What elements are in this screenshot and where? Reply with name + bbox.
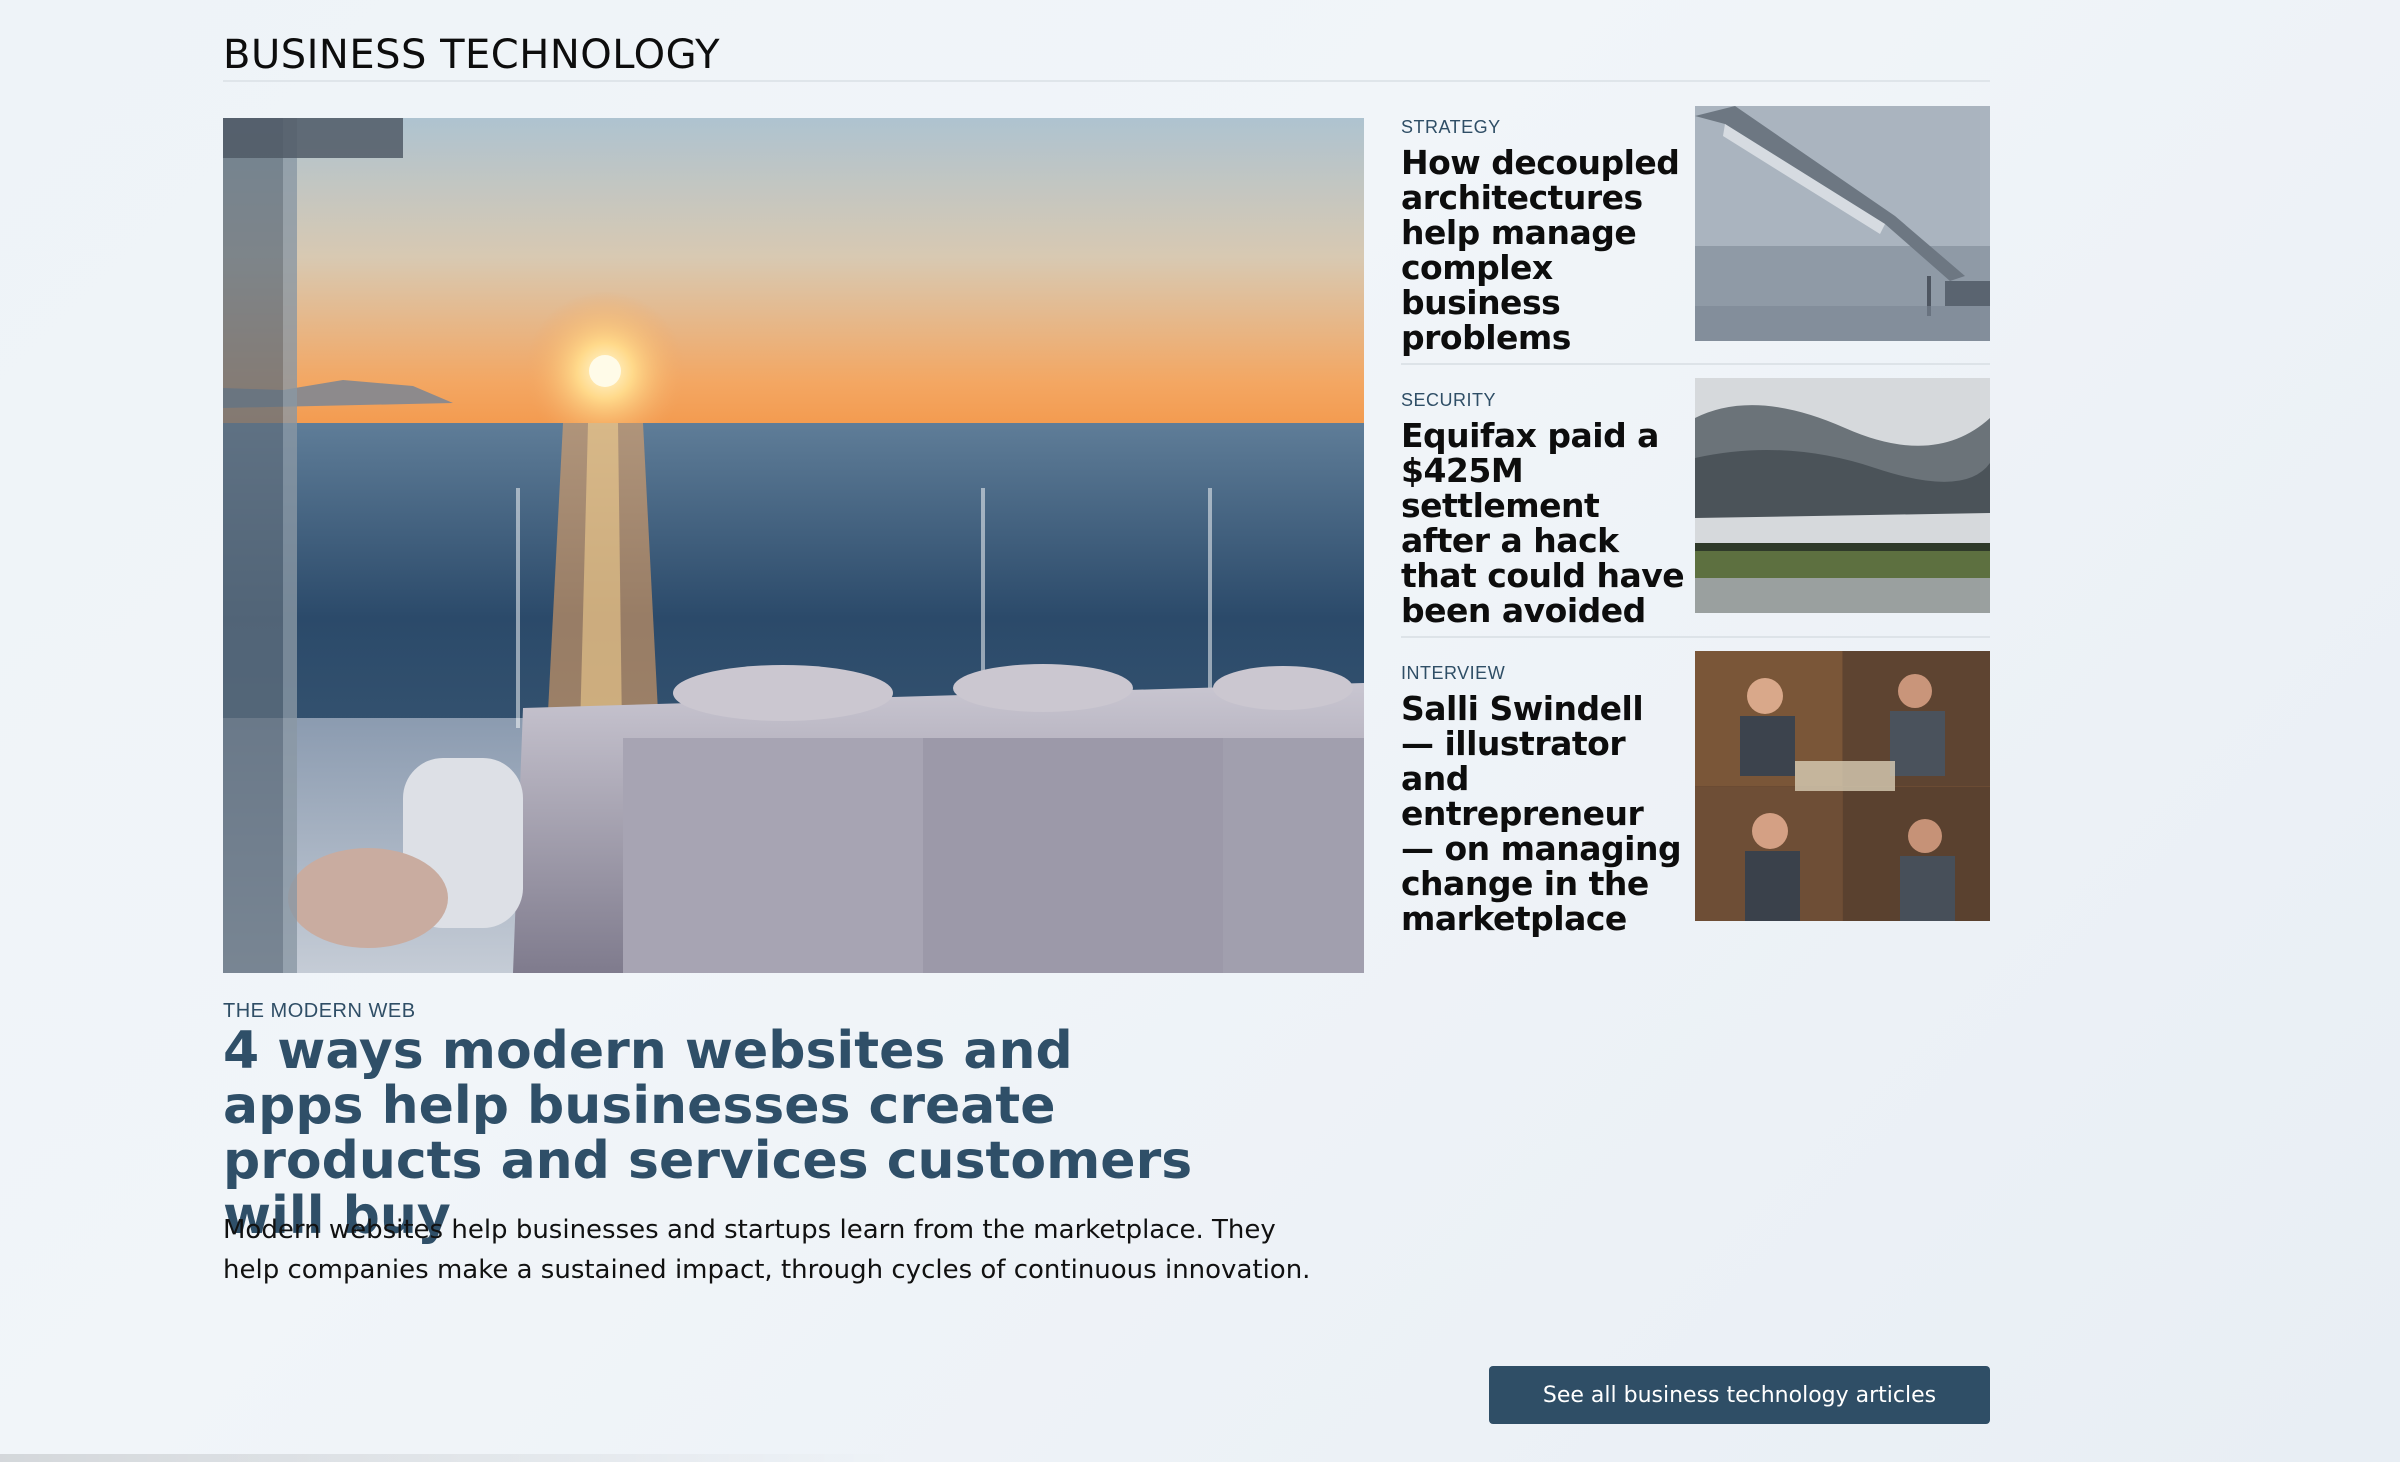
side-article-interview[interactable]: INTERVIEW Salli Swindell — illustrator a… (1401, 651, 1990, 936)
photo-icon (1695, 378, 1990, 613)
section-divider (223, 80, 1990, 82)
side-article-thumbnail[interactable] (1695, 378, 1990, 613)
side-article-security[interactable]: SECURITY Equifax paid a $425M settlement… (1401, 378, 1990, 638)
side-article-headline[interactable]: Salli Swindell — illustrator and entrepr… (1401, 691, 1686, 936)
see-all-articles-button[interactable]: See all business technology articles (1489, 1366, 1990, 1424)
photo-icon (1695, 106, 1990, 341)
hero-image[interactable] (223, 118, 1364, 973)
side-divider (1401, 363, 1990, 365)
hero-description: Modern websites help businesses and star… (223, 1215, 1311, 1285)
side-article-thumbnail[interactable] (1695, 651, 1990, 921)
side-article-headline[interactable]: How decoupled architectures help manage … (1401, 145, 1686, 355)
side-article-headline[interactable]: Equifax paid a $425M settlement after a … (1401, 418, 1686, 628)
photo-icon (1695, 651, 1990, 921)
hero-kicker[interactable]: THE MODERN WEB (223, 1000, 416, 1023)
photo-icon (223, 118, 1364, 973)
side-article-kicker[interactable]: SECURITY (1401, 390, 1496, 411)
side-article-strategy[interactable]: STRATEGY How decoupled architectures hel… (1401, 105, 1990, 365)
side-article-kicker[interactable]: INTERVIEW (1401, 663, 1505, 684)
side-divider (1401, 636, 1990, 638)
side-article-thumbnail[interactable] (1695, 106, 1990, 341)
section-title: BUSINESS TECHNOLOGY (223, 32, 720, 78)
side-article-kicker[interactable]: STRATEGY (1401, 117, 1501, 138)
bottom-shadow (0, 1454, 900, 1462)
